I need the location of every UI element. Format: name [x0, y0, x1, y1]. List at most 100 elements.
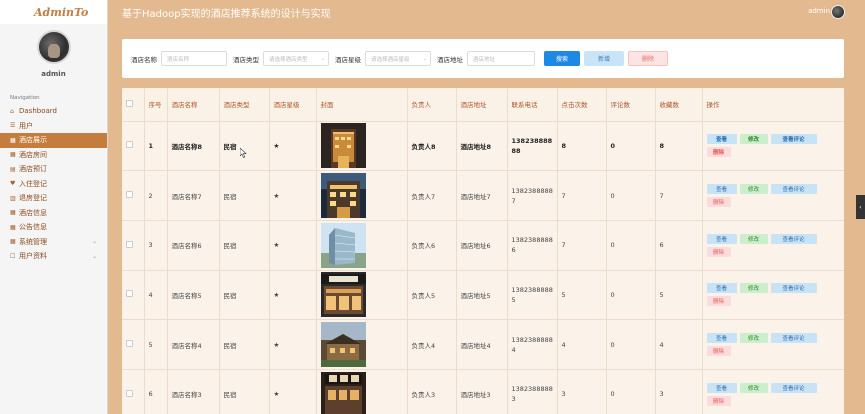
topbar: 基于Hadoop实现的酒店推荐系统的设计与实现 admin	[108, 0, 865, 24]
view-button[interactable]: 查看	[706, 233, 737, 244]
cell-hotel-type: 民宿	[219, 170, 270, 221]
header-username[interactable]: admin	[808, 7, 830, 15]
search-button[interactable]: 搜索	[544, 51, 580, 66]
hotel-cover-image[interactable]	[320, 322, 366, 368]
chevron-down-icon: ⌄	[91, 238, 97, 246]
phone-text: 13823888884	[511, 335, 553, 354]
avatar[interactable]	[36, 30, 71, 64]
edit-button[interactable]: 修改	[739, 382, 768, 393]
cell-favorites: 8	[655, 121, 703, 172]
row-checkbox[interactable]	[126, 141, 133, 149]
view-button[interactable]: 查看	[706, 382, 737, 393]
edit-button[interactable]: 修改	[739, 134, 768, 145]
sidebar-item-4[interactable]: ▤ 酒店预订	[0, 162, 107, 177]
edit-button[interactable]: 修改	[739, 233, 768, 244]
hotel-cover-image[interactable]	[320, 371, 366, 414]
table-row[interactable]: 4 酒店名称5 民宿 ★ 负责人5 酒店地址5 13823888885 5 0 5 查看 修改 查看评论…	[122, 270, 844, 321]
hotel-star-select[interactable]: 请选择酒店星级 ⌄	[365, 51, 431, 66]
cell-phone: 13823888884	[507, 319, 558, 370]
sidebar-item-10[interactable]: ☐ 用户资料 ⌄	[0, 249, 107, 264]
row-checkbox[interactable]	[126, 240, 133, 248]
sidebar-item-0[interactable]: ⌂ Dashboard	[0, 104, 107, 119]
cell-hotel-type: 民宿	[219, 270, 270, 321]
table-row[interactable]: 1 酒店名称8 民宿 ★ 负责人8 酒店地址8 13823888888 8 0 8 查看 修改 查看评论…	[122, 121, 844, 172]
select-all-checkbox[interactable]	[126, 99, 133, 107]
hotel-name-input[interactable]: 酒店名称	[161, 51, 227, 66]
hotel-addr-input[interactable]: 酒店地址	[467, 51, 535, 66]
row-checkbox[interactable]	[126, 290, 133, 298]
side-toggle-tab[interactable]: ‹	[856, 195, 865, 219]
cell-hotel-star: ★	[269, 319, 317, 370]
row-checkbox[interactable]	[126, 389, 133, 397]
table-row[interactable]: 6 酒店名称3 民宿 ★ 负责人3 酒店地址3 13823888883 3 0 3 查看 修改 查看评论…	[122, 369, 844, 414]
row-actions: 查看 修改 查看评论删除	[706, 333, 825, 357]
sidebar-item-3[interactable]: ▦ 酒店房间	[0, 148, 107, 163]
view-button[interactable]: 查看	[706, 134, 737, 145]
sidebar-item-9[interactable]: ▦ 系统管理 ⌄	[0, 235, 107, 250]
heart-icon: ♥	[10, 180, 16, 188]
sidebar-item-label: 酒店展示	[19, 136, 47, 145]
cell-actions: 查看 修改 查看评论删除	[702, 121, 844, 172]
cell-owner: 负责人3	[407, 369, 457, 414]
hotel-cover-image[interactable]	[320, 173, 366, 219]
row-checkbox[interactable]	[126, 340, 133, 348]
cell-owner: 负责人8	[407, 121, 457, 172]
add-button[interactable]: 新增	[584, 51, 624, 66]
table-row[interactable]: 3 酒店名称6 民宿 ★ 负责人6 酒店地址6 13823888886 7 0 6 查看 修改 查看评论…	[122, 220, 844, 271]
view-button[interactable]: 查看	[706, 283, 737, 294]
edit-button[interactable]: 修改	[739, 283, 768, 294]
cell-actions: 查看 修改 查看评论删除	[702, 220, 844, 271]
cell-hotel-type: 民宿	[219, 369, 270, 414]
cell-favorites: 6	[655, 220, 703, 271]
cell-comments: 0	[606, 121, 656, 172]
delete-button[interactable]: 删除	[628, 51, 668, 66]
row-delete-button[interactable]: 删除	[706, 296, 731, 307]
sidebar-item-2[interactable]: ▦ 酒店展示	[0, 133, 107, 148]
sidebar-item-5[interactable]: ♥ 入住登记	[0, 177, 107, 192]
cell-address: 酒店地址6	[456, 220, 508, 271]
sidebar-item-label: 酒店预订	[19, 165, 47, 174]
hotel-cover-image[interactable]	[320, 222, 366, 268]
cell-hotel-star: ★	[269, 270, 317, 321]
cell-cover	[316, 369, 408, 414]
sidebar-item-label: 酒店房间	[19, 150, 47, 159]
view-comments-button[interactable]: 查看评论	[770, 233, 817, 244]
header-avatar[interactable]	[831, 5, 845, 19]
table-row[interactable]: 2 酒店名称7 民宿 ★ 负责人7 酒店地址7 13823888887 7 0 7 查看 修改 查看评论…	[122, 170, 844, 221]
view-comments-button[interactable]: 查看评论	[770, 333, 817, 344]
cell-hotel-star: ★	[269, 170, 317, 221]
view-button[interactable]: 查看	[706, 333, 737, 344]
row-actions: 查看 修改 查看评论删除	[706, 134, 825, 158]
row-delete-button[interactable]: 删除	[706, 147, 731, 158]
cell-comments: 0	[606, 170, 656, 221]
sidebar-item-7[interactable]: ▦ 酒店信息	[0, 206, 107, 221]
row-delete-button[interactable]: 删除	[706, 346, 731, 357]
edit-button[interactable]: 修改	[739, 184, 768, 195]
sidebar-item-6[interactable]: ▥ 退房登记	[0, 191, 107, 206]
view-comments-button[interactable]: 查看评论	[770, 134, 817, 145]
row-delete-button[interactable]: 删除	[706, 246, 731, 257]
sidebar-item-1[interactable]: ☰ 用户	[0, 119, 107, 134]
hotel-cover-image[interactable]	[320, 272, 366, 318]
row-delete-button[interactable]: 删除	[706, 197, 731, 208]
view-comments-button[interactable]: 查看评论	[770, 382, 817, 393]
sidebar-item-8[interactable]: ▦ 公告信息	[0, 220, 107, 235]
edit-button[interactable]: 修改	[739, 333, 768, 344]
view-button[interactable]: 查看	[706, 184, 737, 195]
sidebar-item-label: 公告信息	[19, 223, 47, 232]
col-header-name: 酒店名称	[167, 88, 220, 122]
view-comments-button[interactable]: 查看评论	[770, 283, 817, 294]
hotel-table: 序号 酒店名称 酒店类型 酒店星级 封面 负责人 酒店地址 联系电话 点击次数 …	[122, 88, 844, 414]
row-select-cell	[122, 170, 145, 221]
row-delete-button[interactable]: 删除	[706, 395, 731, 406]
cell-index: 1	[144, 121, 168, 172]
cell-favorites: 5	[655, 270, 703, 321]
hotel-star-placeholder: 请选择酒店星级	[371, 56, 410, 63]
chart-icon: ▥	[10, 194, 16, 202]
hotel-type-select[interactable]: 请选择酒店类型 ⌄	[263, 51, 329, 66]
hotel-cover-image[interactable]	[320, 123, 366, 169]
row-checkbox[interactable]	[126, 191, 133, 199]
table-row[interactable]: 5 酒店名称4 民宿 ★ 负责人4 酒店地址4 13823888884 4 0 4 查看 修改 查看评论…	[122, 319, 844, 370]
view-comments-button[interactable]: 查看评论	[770, 184, 817, 195]
row-actions: 查看 修改 查看评论删除	[706, 233, 825, 257]
